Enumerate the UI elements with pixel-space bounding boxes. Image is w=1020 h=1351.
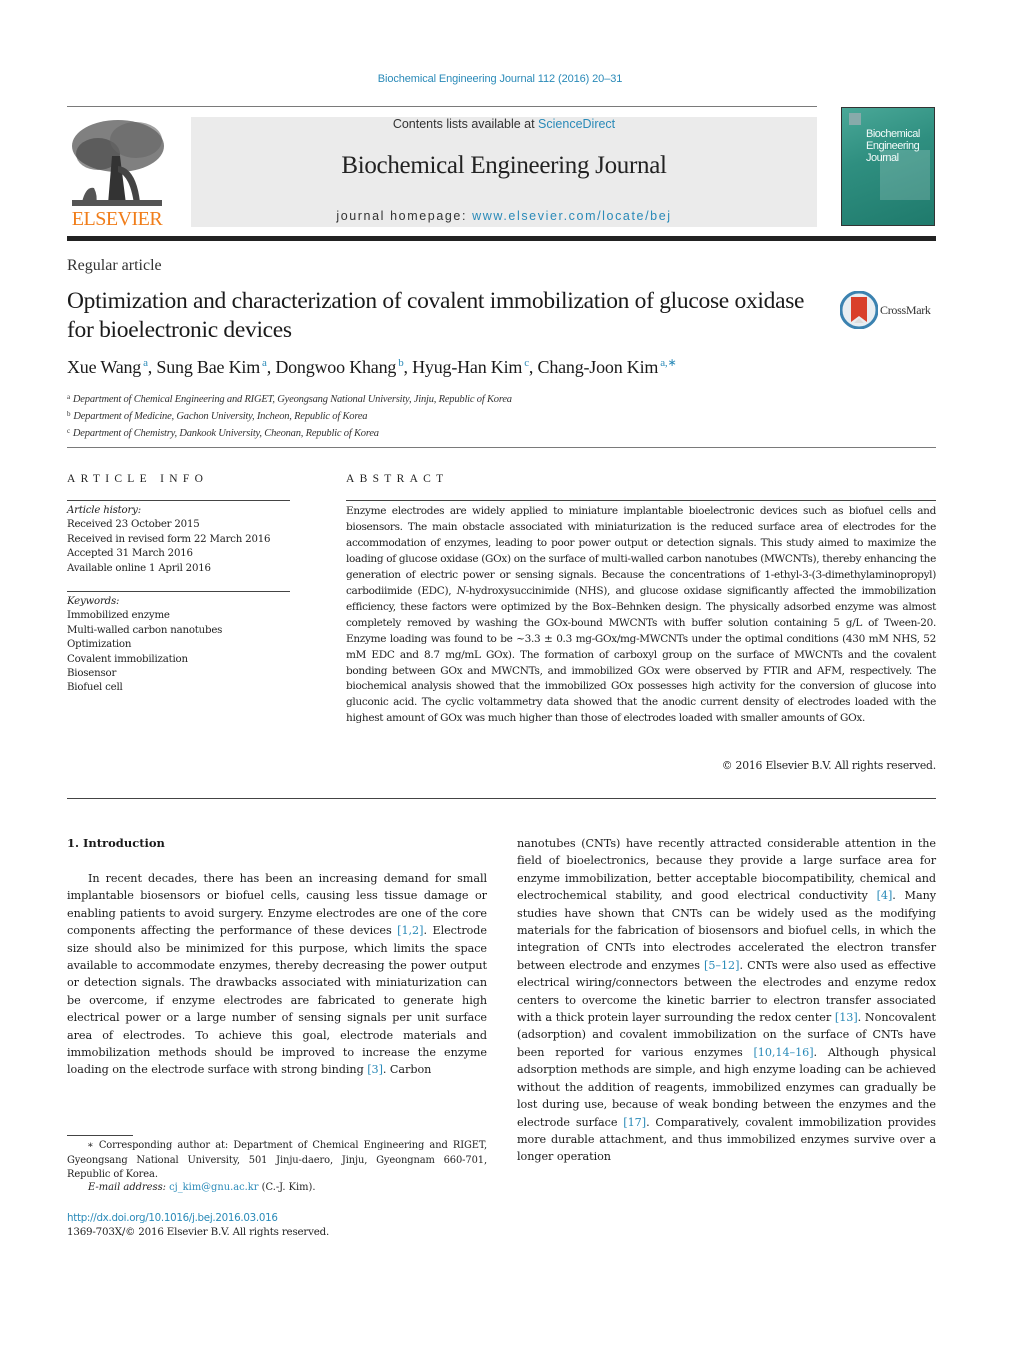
contents-line: Contents lists available at ScienceDirec… <box>191 117 817 131</box>
sciencedirect-link[interactable]: ScienceDirect <box>538 117 615 131</box>
keyword: Biofuel cell <box>67 682 123 694</box>
article-title: Optimization and characterization of cov… <box>67 288 805 343</box>
intro-left-column: In recent decades, there has been an inc… <box>67 870 487 1079</box>
author-affil-mark[interactable]: a <box>262 357 267 369</box>
history-item: Available online 1 April 2016 <box>67 562 211 574</box>
elsevier-logo[interactable]: ELSEVIER <box>66 116 168 230</box>
author-affil-mark[interactable]: a,∗ <box>660 357 676 369</box>
affiliation-mark: a <box>67 393 70 401</box>
citation-link[interactable]: [10,14–16] <box>753 1046 813 1059</box>
footnote-divider <box>67 1135 133 1136</box>
keyword: Multi-walled carbon nanotubes <box>67 624 223 636</box>
keyword: Immobilized enzyme <box>67 610 170 622</box>
corresponding-text: ∗ Corresponding author at: Department of… <box>67 1140 487 1180</box>
citation-link[interactable]: [13] <box>835 1011 858 1024</box>
introduction-heading: 1. Introduction <box>67 836 165 850</box>
corresponding-author-note: ∗ Corresponding author at: Department of… <box>67 1139 487 1183</box>
history-item: Accepted 31 March 2016 <box>67 548 193 560</box>
cover-title-line: Engineering <box>866 140 920 152</box>
email-link[interactable]: cj_kim@gnu.ac.kr <box>169 1182 258 1193</box>
abstract-heading: ABSTRACT <box>346 473 449 485</box>
author-name[interactable]: Dongwoo Khang <box>275 357 396 377</box>
keywords-label: Keywords: <box>67 596 120 607</box>
keyword: Optimization <box>67 639 132 651</box>
doi-link[interactable]: http://dx.doi.org/10.1016/j.bej.2016.03.… <box>67 1212 278 1224</box>
elsevier-tree-icon <box>68 116 166 208</box>
keywords: Keywords: Immobilized enzyme Multi-walle… <box>67 595 222 696</box>
author-name[interactable]: Chang-Joon Kim <box>538 357 659 377</box>
affiliation: b Department of Medicine, Gachon Universi… <box>67 407 512 424</box>
affiliation-text: Department of Chemical Engineering and R… <box>72 394 512 405</box>
elsevier-wordmark: ELSEVIER <box>71 208 163 230</box>
affiliation-mark: b <box>67 410 71 418</box>
cover-title-line: Journal <box>866 152 899 164</box>
journal-citation-link[interactable]: Biochemical Engineering Journal 112 (201… <box>0 73 1000 85</box>
keyword: Covalent immobilization <box>67 653 188 665</box>
article-type: Regular article <box>67 257 162 274</box>
intro-right-column: nanotubes (CNTs) have recently attracted… <box>517 835 936 1166</box>
affiliations: a Department of Chemical Engineering and … <box>67 390 512 441</box>
email-label: E-mail address: <box>88 1182 170 1193</box>
cover-title-line: Biochemical <box>866 128 920 140</box>
keywords-divider <box>67 591 290 592</box>
abstract-copyright: © 2016 Elsevier B.V. All rights reserved… <box>721 759 936 772</box>
cover-title: Biochemical Engineering Journal <box>866 128 920 164</box>
citation-link[interactable]: [1,2] <box>397 924 423 937</box>
history-item: Received 23 October 2015 <box>67 519 200 531</box>
affiliation-text: Department of Medicine, Gachon Universit… <box>73 411 368 422</box>
citation-link[interactable]: [17] <box>623 1116 646 1129</box>
abstract-part: -hydroxysuccinimide (NHS), and glucose o… <box>346 584 936 725</box>
article-info-divider <box>67 500 290 501</box>
body-text: . Carbon <box>382 1063 432 1077</box>
history-label: Article history: <box>67 505 141 516</box>
citation-link[interactable]: [3] <box>367 1063 383 1076</box>
abstract-italic: N <box>456 584 466 597</box>
author-name[interactable]: Xue Wang <box>67 357 141 377</box>
abstract-part: Enzyme electrodes are widely applied to … <box>346 505 936 597</box>
body-text: . Electrode size should also be minimize… <box>67 924 487 1077</box>
affiliation-mark: c <box>67 427 70 435</box>
author-name[interactable]: Sung Bae Kim <box>156 357 260 377</box>
journal-title: Biochemical Engineering Journal <box>341 152 667 179</box>
section-divider <box>67 447 936 448</box>
author-affil-mark[interactable]: a <box>143 357 148 369</box>
journal-banner: Contents lists available at ScienceDirec… <box>191 117 817 227</box>
crossmark-icon <box>840 291 878 329</box>
article-history: Article history: Received 23 October 201… <box>67 504 271 576</box>
header-thick-divider <box>67 236 936 241</box>
article-info-heading: ARTICLE INFO <box>67 473 209 485</box>
author-name[interactable]: Hyug-Han Kim <box>412 357 522 377</box>
affiliation: c Department of Chemistry, Dankook Univer… <box>67 424 512 441</box>
author-affil-mark[interactable]: c <box>524 357 529 369</box>
issn-copyright: 1369-703X/© 2016 Elsevier B.V. All right… <box>67 1226 330 1238</box>
affiliation: a Department of Chemical Engineering and … <box>67 390 512 407</box>
history-item: Received in revised form 22 March 2016 <box>67 533 271 545</box>
cover-publisher-badge <box>849 113 861 125</box>
homepage-prefix: journal homepage: <box>336 209 473 223</box>
homepage-link[interactable]: www.elsevier.com/locate/bej <box>472 209 672 223</box>
crossmark-label: CrossMark <box>880 303 931 317</box>
email-line: E-mail address: cj_kim@gnu.ac.kr (C.-J. … <box>88 1182 316 1193</box>
crossmark-button[interactable]: CrossMark <box>840 291 940 329</box>
email-suffix: (C.-J. Kim). <box>258 1182 316 1193</box>
citation-link[interactable]: [5–12] <box>704 959 739 972</box>
author-affil-mark[interactable]: b <box>398 357 404 369</box>
journal-cover-thumbnail[interactable]: Biochemical Engineering Journal <box>841 107 935 226</box>
body-text: nanotubes (CNTs) have recently attracted… <box>517 837 936 903</box>
abstract-text: Enzyme electrodes are widely applied to … <box>346 504 936 727</box>
author-list: Xue Wang a, Sung Bae Kim a, Dongwoo Khang b… <box>67 357 677 377</box>
body-divider <box>67 798 936 799</box>
homepage-line: journal homepage: www.elsevier.com/locat… <box>191 209 817 223</box>
abstract-divider <box>346 500 936 501</box>
header-divider <box>67 106 817 107</box>
keyword: Biosensor <box>67 668 117 680</box>
contents-prefix: Contents lists available at <box>392 117 539 131</box>
affiliation-text: Department of Chemistry, Dankook Univers… <box>72 428 379 439</box>
citation-link[interactable]: [4] <box>877 889 893 902</box>
